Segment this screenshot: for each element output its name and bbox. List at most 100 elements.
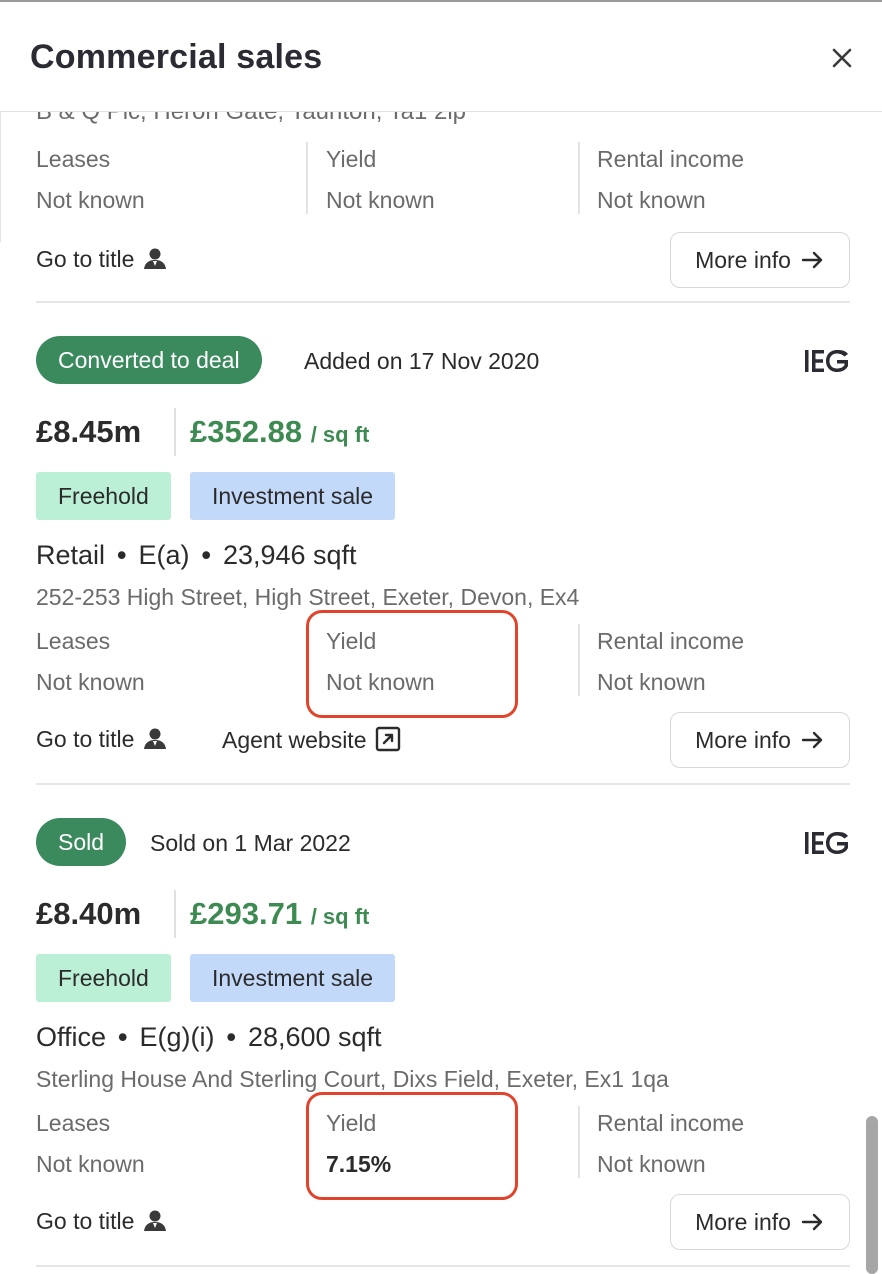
metric-divider <box>306 1106 308 1178</box>
leases-label: Leases <box>36 1110 111 1136</box>
sale-type-tag: Investment sale <box>190 472 396 520</box>
yield-value: 7.15% <box>326 1151 392 1177</box>
yield-metric: Yield Not known <box>326 142 435 216</box>
yield-metric: Yield 7.15% <box>326 1106 391 1180</box>
status-date: Added on 17 Nov 2020 <box>304 348 540 374</box>
scrollbar-thumb[interactable] <box>866 1116 878 1274</box>
rental-income-label: Rental income <box>597 146 745 172</box>
listing-actions: Go to title More info <box>36 1194 850 1250</box>
listing-actions: Go to title More info <box>36 232 850 288</box>
leases-value: Not known <box>36 187 145 213</box>
ieg-logo-icon <box>805 350 848 372</box>
close-button[interactable] <box>824 40 860 76</box>
leases-metric: Leases Not known <box>36 1106 145 1180</box>
card-divider <box>36 783 850 785</box>
close-icon <box>832 48 852 68</box>
yield-metric: Yield Not known <box>326 624 435 698</box>
yield-label: Yield <box>326 1110 377 1136</box>
more-info-label: More info <box>695 1208 791 1235</box>
property-summary: Retail • E(a) • 23,946 sqft <box>36 540 357 571</box>
listing-address: Sterling House And Sterling Court, Dixs … <box>36 1066 669 1092</box>
listing-metrics: Leases Not known Yield Not known Rental … <box>36 142 850 216</box>
bullet-separator: • <box>118 1022 128 1052</box>
person-icon <box>144 728 167 749</box>
use-class: E(a) <box>138 540 190 570</box>
property-size: 28,600 sqft <box>247 1022 382 1052</box>
person-icon <box>144 248 167 269</box>
card-divider <box>36 301 850 303</box>
sale-price: £8.45m <box>36 414 142 449</box>
metric-divider <box>578 142 580 214</box>
tenure-tag: Freehold <box>36 954 171 1002</box>
price-per-sqft: £352.88 / sq ft <box>190 414 369 450</box>
sales-list[interactable]: B & Q Plc, Heron Gate, Taunton, Ta1 2lp … <box>0 112 882 1274</box>
status-badge: Sold <box>36 818 127 866</box>
metric-divider <box>578 624 580 696</box>
listing-address: 252-253 High Street, High Street, Exeter… <box>36 584 580 610</box>
listing-status-row: Converted to deal Added on 17 Nov 2020 <box>36 336 850 386</box>
price-divider <box>174 408 176 456</box>
price-per-sqft-value: £352.88 <box>190 414 303 449</box>
arrow-right-icon <box>801 251 823 269</box>
go-to-title-label: Go to title <box>36 726 135 752</box>
rental-income-value: Not known <box>597 1151 706 1177</box>
external-link-icon <box>376 726 401 752</box>
property-size: 23,946 sqft <box>222 540 357 570</box>
agent-website-link[interactable]: Agent website <box>222 726 402 754</box>
go-to-title-link[interactable]: Go to title <box>36 246 168 273</box>
arrow-right-icon <box>801 731 823 749</box>
price-divider <box>174 890 176 938</box>
leases-label: Leases <box>36 628 111 654</box>
leases-metric: Leases Not known <box>36 624 145 698</box>
listing-address: B & Q Plc, Heron Gate, Taunton, Ta1 2lp <box>36 112 466 126</box>
yield-label: Yield <box>326 146 377 172</box>
rental-income-metric: Rental income Not known <box>597 142 744 216</box>
sale-price: £8.40m <box>36 896 142 931</box>
bullet-separator: • <box>201 540 211 570</box>
person-icon <box>144 1210 167 1231</box>
go-to-title-label: Go to title <box>36 246 135 272</box>
property-use: Office <box>36 1022 107 1052</box>
use-class: E(g)(i) <box>139 1022 215 1052</box>
listing-price-row: £8.40m £293.71 / sq ft <box>36 890 850 940</box>
property-summary: Office • E(g)(i) • 28,600 sqft <box>36 1022 382 1053</box>
status-date: Sold on 1 Mar 2022 <box>150 830 351 856</box>
ieg-logo-icon <box>805 832 848 854</box>
price-per-sqft-value: £293.71 <box>190 896 303 931</box>
rental-income-value: Not known <box>597 187 706 213</box>
metric-divider <box>306 624 308 696</box>
go-to-title-link[interactable]: Go to title <box>36 1208 168 1235</box>
property-use: Retail <box>36 540 106 570</box>
listing-price-row: £8.45m £352.88 / sq ft <box>36 408 850 458</box>
more-info-label: More info <box>695 246 791 273</box>
card-divider <box>36 1265 850 1267</box>
yield-value: Not known <box>326 669 435 695</box>
listing-actions: Go to title Agent website More info <box>36 712 850 768</box>
go-to-title-link[interactable]: Go to title <box>36 726 168 753</box>
listing-metrics: Leases Not known Yield 7.15% Rental inco… <box>36 1092 850 1200</box>
yield-label: Yield <box>326 628 377 654</box>
more-info-button[interactable]: More info <box>670 232 850 288</box>
price-per-sqft-unit: / sq ft <box>310 422 370 447</box>
panel-header: Commercial sales <box>0 2 882 112</box>
metric-divider <box>578 1106 580 1178</box>
rental-income-metric: Rental income Not known <box>597 1106 744 1180</box>
go-to-title-label: Go to title <box>36 1208 135 1234</box>
rental-income-label: Rental income <box>597 628 745 654</box>
price-per-sqft: £293.71 / sq ft <box>190 896 369 932</box>
tenure-tag: Freehold <box>36 472 171 520</box>
agent-website-label: Agent website <box>222 727 367 753</box>
rental-income-value: Not known <box>597 669 706 695</box>
sale-type-tag: Investment sale <box>190 954 396 1002</box>
leases-value: Not known <box>36 669 145 695</box>
metric-divider <box>306 142 308 214</box>
listing-metrics: Leases Not known Yield Not known Rental … <box>36 610 850 718</box>
rental-income-label: Rental income <box>597 1110 745 1136</box>
leases-metric: Leases Not known <box>36 142 145 216</box>
more-info-button[interactable]: More info <box>670 712 850 768</box>
arrow-right-icon <box>801 1213 823 1231</box>
price-per-sqft-unit: / sq ft <box>310 904 370 929</box>
panel-title: Commercial sales <box>30 38 323 76</box>
more-info-button[interactable]: More info <box>670 1194 850 1250</box>
leases-value: Not known <box>36 1151 145 1177</box>
